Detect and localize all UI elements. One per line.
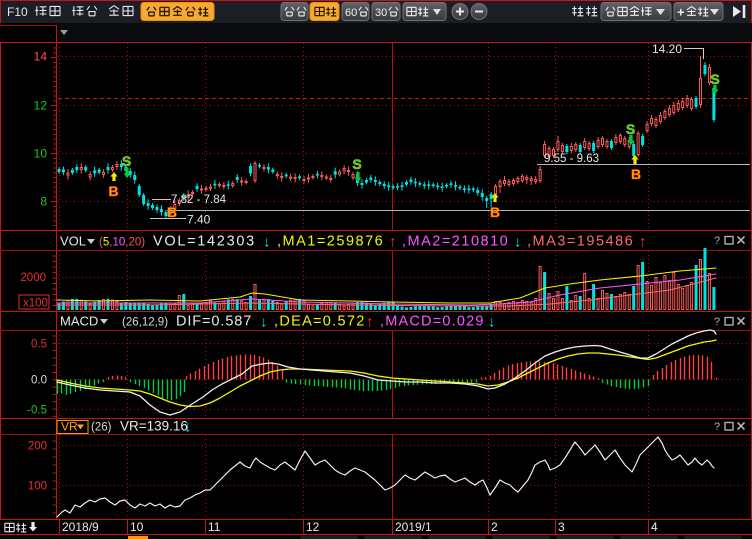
svg-text:↓: ↓ xyxy=(488,314,496,331)
svg-text:,MA3=195486: ,MA3=195486 xyxy=(527,234,634,250)
svg-text:S: S xyxy=(122,153,131,169)
svg-text:↓: ↓ xyxy=(260,314,268,331)
svg-text:?: ? xyxy=(714,235,720,247)
svg-text:4: 4 xyxy=(651,520,658,534)
svg-text:,DEA=0.572: ,DEA=0.572 xyxy=(274,314,366,330)
svg-text:12: 12 xyxy=(306,520,320,534)
svg-text:↓: ↓ xyxy=(514,234,522,251)
svg-text:0.5: 0.5 xyxy=(31,339,47,351)
svg-text:-0.5: -0.5 xyxy=(27,405,47,417)
svg-text:,MA1=259876: ,MA1=259876 xyxy=(277,234,384,250)
svg-text:9.55 - 9.63: 9.55 - 9.63 xyxy=(544,153,599,165)
svg-text:S: S xyxy=(352,156,361,172)
svg-text:S: S xyxy=(626,121,635,137)
svg-text:F10: F10 xyxy=(7,5,28,19)
svg-text:2000: 2000 xyxy=(20,272,46,284)
svg-text:↓: ↓ xyxy=(184,419,192,436)
svg-text:(26): (26) xyxy=(91,422,112,434)
svg-text:2018/9: 2018/9 xyxy=(62,520,99,534)
svg-text:?: ? xyxy=(714,316,720,328)
svg-text:10: 10 xyxy=(34,147,48,161)
svg-text:↑: ↑ xyxy=(389,234,397,251)
svg-text:DIF=0.587: DIF=0.587 xyxy=(176,314,252,330)
svg-text:,MA2=210810: ,MA2=210810 xyxy=(402,234,509,250)
svg-text:60: 60 xyxy=(345,7,357,19)
svg-text:VR: VR xyxy=(61,420,78,434)
svg-text:14: 14 xyxy=(34,50,48,64)
svg-text:100: 100 xyxy=(28,481,47,493)
svg-text:↑: ↑ xyxy=(366,314,374,331)
svg-text:x100: x100 xyxy=(23,298,48,310)
svg-text:11: 11 xyxy=(208,520,221,534)
svg-text:200: 200 xyxy=(28,441,47,453)
svg-text:B: B xyxy=(631,166,641,182)
svg-text:+: + xyxy=(677,5,685,20)
svg-text:,MACD=0.029: ,MACD=0.029 xyxy=(380,314,485,330)
svg-text:B: B xyxy=(167,204,177,220)
svg-text:MACD: MACD xyxy=(60,314,98,329)
svg-text:10: 10 xyxy=(130,520,144,534)
svg-text:↓: ↓ xyxy=(263,234,271,251)
svg-text:2: 2 xyxy=(491,520,498,534)
svg-text:(26,12,9): (26,12,9) xyxy=(122,317,168,329)
svg-text:↑: ↑ xyxy=(639,234,647,251)
svg-text:VOL: VOL xyxy=(60,234,86,249)
svg-text:12: 12 xyxy=(34,99,48,113)
svg-text:30: 30 xyxy=(375,7,387,19)
svg-text:VR=139.16: VR=139.16 xyxy=(120,419,188,434)
svg-text:VOL=142303: VOL=142303 xyxy=(153,234,256,250)
svg-text:2019/1: 2019/1 xyxy=(395,520,432,534)
svg-text:14.20: 14.20 xyxy=(652,42,682,56)
svg-text:?: ? xyxy=(714,421,720,433)
svg-text:7.40: 7.40 xyxy=(187,213,211,227)
svg-text:8: 8 xyxy=(40,195,47,209)
svg-text:(5,10,20): (5,10,20) xyxy=(99,237,145,249)
svg-text:3: 3 xyxy=(558,520,565,534)
svg-text:0.0: 0.0 xyxy=(31,375,47,387)
svg-text:B: B xyxy=(490,204,500,220)
svg-text:B: B xyxy=(108,183,118,199)
svg-text:S: S xyxy=(710,71,719,87)
svg-text:7.82 - 7.84: 7.82 - 7.84 xyxy=(171,194,227,206)
